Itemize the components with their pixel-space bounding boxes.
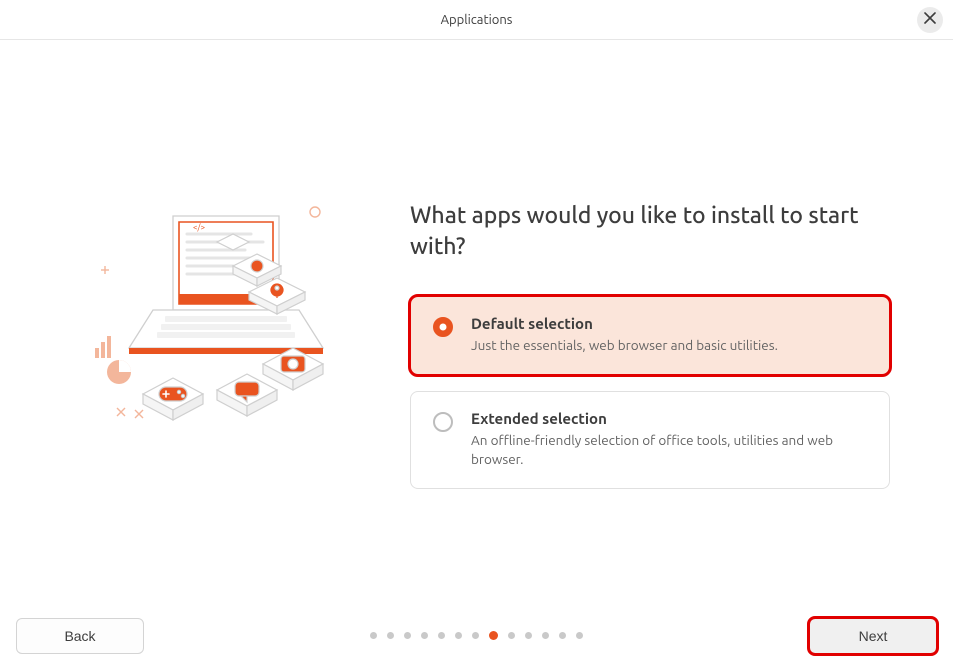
back-button[interactable]: Back [16, 618, 144, 654]
progress-dot [370, 632, 377, 639]
progress-dot [421, 632, 428, 639]
footer: Back Next [0, 618, 953, 654]
progress-dot [559, 632, 566, 639]
content-column: What apps would you like to install to s… [410, 200, 890, 505]
option-text: Extended selection An offline-friendly s… [471, 410, 869, 470]
progress-dot [525, 632, 532, 639]
option-title: Default selection [471, 315, 869, 332]
progress-dot [576, 632, 583, 639]
laptop-apps-illustration: </> [95, 200, 355, 434]
progress-dot [438, 632, 445, 639]
radio-icon [433, 412, 453, 432]
radio-icon [433, 317, 453, 337]
next-button[interactable]: Next [809, 618, 937, 654]
option-title: Extended selection [471, 410, 869, 427]
close-icon [924, 12, 936, 27]
close-button[interactable] [917, 7, 943, 33]
progress-dots [370, 632, 583, 640]
progress-dot [404, 632, 411, 639]
page-heading: What apps would you like to install to s… [410, 200, 890, 262]
progress-dot [508, 632, 515, 639]
header: Applications [0, 0, 953, 40]
svg-text:</>: </> [193, 223, 205, 232]
option-extended-selection[interactable]: Extended selection An offline-friendly s… [410, 391, 890, 489]
progress-dot [472, 632, 479, 639]
illustration-column: </> [40, 200, 410, 505]
progress-dot [489, 631, 498, 640]
option-default-selection[interactable]: Default selection Just the essentials, w… [410, 296, 890, 375]
main: </> [0, 40, 953, 505]
progress-dot [542, 632, 549, 639]
header-title: Applications [441, 13, 513, 27]
option-text: Default selection Just the essentials, w… [471, 315, 869, 356]
progress-dot [455, 632, 462, 639]
option-description: Just the essentials, web browser and bas… [471, 336, 869, 356]
progress-dot [387, 632, 394, 639]
option-description: An offline-friendly selection of office … [471, 431, 869, 470]
